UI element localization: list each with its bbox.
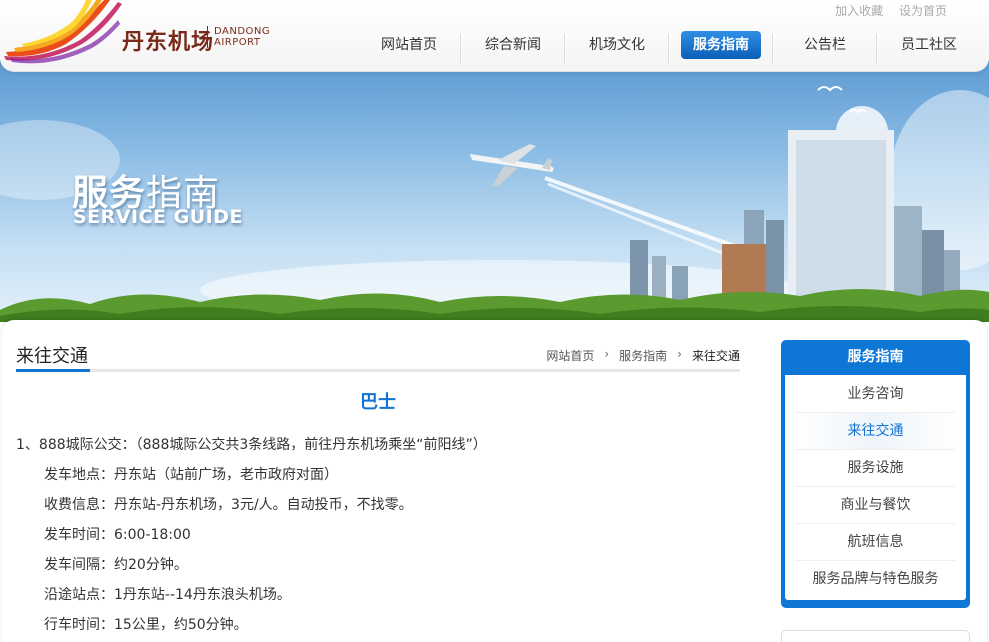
chevron-right-icon: ›: [677, 347, 682, 361]
sidebar-item-brand-service[interactable]: 服务品牌与特色服务: [795, 561, 956, 598]
nav-news[interactable]: 综合新闻: [461, 28, 565, 64]
article-line: 收费信息：丹东站-丹东机场，3元/人。自动投币，不找零。: [44, 497, 413, 513]
sidebar-list: 业务咨询 来往交通 服务设施 商业与餐饮 航班信息 服务品牌与特色服务: [785, 375, 966, 600]
top-links: 加入收藏 设为首页: [823, 2, 947, 19]
article-line: 发车间隔：约20分钟。: [44, 557, 188, 573]
sidebar-item-consulting[interactable]: 业务咨询: [795, 376, 956, 413]
article-line: 1、888城际公交：（888城际公交共3条线路，前往丹东机场乘坐“前阳线”）: [16, 437, 487, 453]
article-line: 发车时间：6:00-18:00: [44, 527, 191, 543]
sidebar-menu: 服务指南 业务咨询 来往交通 服务设施 商业与餐饮 航班信息 服务品牌与特色服务: [781, 340, 970, 608]
breadcrumb-current: 来往交通: [691, 349, 740, 363]
main-nav: 网站首页 综合新闻 机场文化 服务指南 公告栏 员工社区: [357, 28, 981, 64]
logo-text-cn: 丹东机场: [122, 30, 215, 55]
hero-banner: 服务指南 SERVICE GUIDE: [0, 60, 989, 322]
sidebar-item-facilities[interactable]: 服务设施: [795, 450, 956, 487]
sidebar-item-flights[interactable]: 航班信息: [795, 524, 956, 561]
article-line: 行车时间：15公里，约50分钟。: [44, 617, 248, 633]
sidebar-secondary-box: [781, 630, 970, 642]
logo-text-en-2: AIRPORT: [214, 37, 261, 48]
logo-text-en-1: DANDONG: [214, 26, 271, 37]
logo-text-en: DANDONG AIRPORT: [214, 26, 270, 48]
chevron-right-icon: ›: [604, 347, 610, 361]
content-panel: 来往交通 网站首页 › 服务指南 › 来往交通 巴士 1、888城际公交：（88…: [2, 320, 987, 642]
nav-service-guide-label: 服务指南: [681, 31, 761, 59]
set-homepage-link[interactable]: 设为首页: [899, 4, 947, 18]
article-line: 发车地点：丹东站（站前广场，老市政府对面）: [44, 467, 338, 483]
breadcrumb-home[interactable]: 网站首页: [546, 347, 594, 364]
nav-culture[interactable]: 机场文化: [565, 28, 669, 64]
site-header: 丹东机场 DANDONG AIRPORT 加入收藏 设为首页 网站首页 综合新闻…: [0, 0, 989, 72]
logo-divider: [207, 26, 208, 48]
airplane-icon: [470, 144, 554, 186]
breadcrumb-service-guide[interactable]: 服务指南: [619, 347, 667, 364]
add-favorite-link[interactable]: 加入收藏: [835, 4, 883, 18]
section-header: 来往交通 网站首页 › 服务指南 › 来往交通: [16, 342, 740, 372]
banner-subtitle: SERVICE GUIDE: [73, 206, 243, 228]
article-heading: 巴士: [360, 392, 396, 413]
sidebar-title: 服务指南: [847, 349, 904, 365]
section-title: 来往交通: [16, 342, 90, 372]
nav-service-guide[interactable]: 服务指南: [669, 28, 773, 64]
sidebar-item-transport[interactable]: 来往交通: [795, 413, 956, 450]
breadcrumb: 网站首页 › 服务指南 › 来往交通: [546, 347, 740, 364]
nav-home[interactable]: 网站首页: [357, 28, 461, 64]
nav-staff[interactable]: 员工社区: [877, 28, 981, 62]
sidebar-item-dining[interactable]: 商业与餐饮: [795, 487, 956, 524]
airport-logo-icon[interactable]: [0, 0, 130, 66]
nav-bulletin[interactable]: 公告栏: [773, 28, 877, 64]
article-line: 沿途站点：1丹东站--14丹东浪头机场。: [44, 587, 291, 603]
